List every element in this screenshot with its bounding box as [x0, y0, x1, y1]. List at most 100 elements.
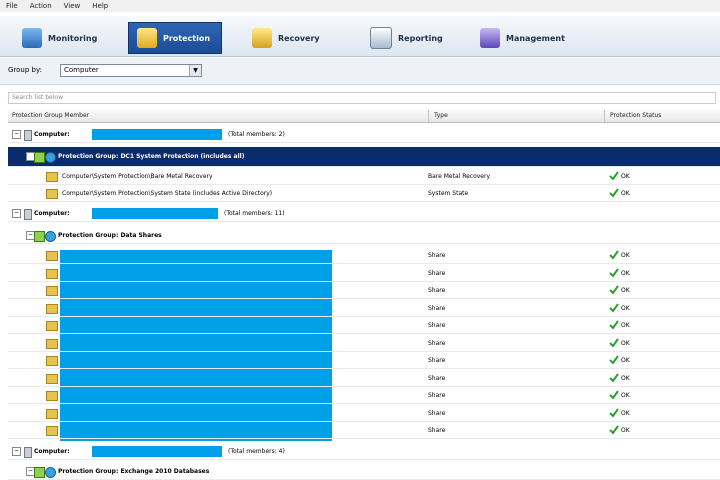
menu-bar: File Action View Help [0, 0, 720, 12]
table-row[interactable]: Share OK [8, 282, 720, 299]
member-type: Bare Metal Recovery [428, 173, 491, 180]
protection-group-name: Protection Group: DC1 System Protection … [58, 153, 245, 160]
table-row[interactable]: Share OK [8, 405, 720, 422]
folder-icon [46, 339, 58, 349]
table-row[interactable]: Share OK [8, 335, 720, 352]
member-type: Share [428, 322, 446, 329]
protection-group-row-selected[interactable]: − Protection Group: DC1 System Protectio… [8, 147, 720, 167]
total-members: (Total members: 4) [228, 448, 285, 455]
ok-status-icon [609, 355, 619, 365]
member-status: OK [621, 252, 630, 259]
member-status: OK [621, 375, 630, 382]
tab-reporting[interactable]: Reporting [362, 22, 462, 54]
member-status: OK [621, 287, 630, 294]
table-row[interactable]: Share OK [8, 265, 720, 282]
recovery-icon [252, 28, 272, 48]
computer-label: Computer: [34, 448, 70, 455]
column-header-status[interactable]: Protection Status [610, 112, 661, 119]
folder-icon [46, 304, 58, 314]
total-members: (Total members: 2) [228, 131, 285, 138]
computer-icon [24, 447, 32, 458]
collapse-icon[interactable]: − [12, 130, 21, 139]
member-status: OK [621, 340, 630, 347]
member-type: System State [428, 190, 469, 197]
member-status: OK [621, 427, 630, 434]
ok-status-icon [609, 268, 619, 278]
tab-monitoring[interactable]: Monitoring [14, 22, 112, 54]
member-status: OK [621, 190, 630, 197]
folder-icon [46, 321, 58, 331]
tab-management[interactable]: Management [472, 22, 592, 54]
table-row[interactable]: Share OK [8, 422, 720, 439]
table-row[interactable]: Computer\System Protection\System State … [8, 185, 720, 202]
member-type: Share [428, 287, 446, 294]
protection-group-row[interactable]: − Protection Group: Data Shares [8, 227, 720, 244]
computer-label: Computer: [34, 210, 70, 217]
table-row[interactable]: Share OK [8, 247, 720, 264]
folder-icon [46, 189, 58, 199]
column-separator[interactable] [604, 110, 605, 122]
folder-icon [46, 172, 58, 182]
member-type: Share [428, 392, 446, 399]
redacted-computer-name [92, 208, 218, 219]
table-row[interactable]: Share OK [8, 352, 720, 369]
column-separator[interactable] [428, 110, 429, 122]
table-row[interactable]: Share OK [8, 300, 720, 317]
tab-recovery[interactable]: Recovery [244, 22, 344, 54]
computer-group-row[interactable]: − Computer: (Total members: 11) [8, 205, 720, 222]
member-status: OK [621, 173, 630, 180]
ok-status-icon [609, 425, 619, 435]
computer-icon [24, 209, 32, 220]
group-by-bar: Group by: Computer ▼ [0, 58, 720, 85]
table-row[interactable]: Share OK [8, 387, 720, 404]
tab-protection[interactable]: Protection [128, 22, 222, 54]
search-input[interactable]: Search list below [8, 92, 716, 104]
ok-status-icon [609, 373, 619, 383]
table-row[interactable]: Computer\System Protection\Bare Metal Re… [8, 168, 720, 185]
table-row[interactable]: Share OK [8, 370, 720, 387]
collapse-icon[interactable]: − [12, 447, 21, 456]
ok-status-icon [609, 303, 619, 313]
group-by-label: Group by: [8, 66, 42, 74]
tab-protection-label: Protection [163, 33, 211, 43]
column-header-type[interactable]: Type [434, 112, 448, 119]
member-type: Share [428, 357, 446, 364]
computer-label: Computer: [34, 131, 70, 138]
member-type: Share [428, 375, 446, 382]
chevron-down-icon[interactable]: ▼ [189, 65, 201, 76]
ok-status-icon [609, 408, 619, 418]
reporting-icon [370, 27, 392, 49]
folder-icon [46, 374, 58, 384]
column-header-member[interactable]: Protection Group Member [12, 112, 89, 119]
ok-status-icon [609, 171, 619, 181]
folder-icon [46, 409, 58, 419]
menu-action[interactable]: Action [24, 2, 58, 10]
redacted-computer-name [92, 446, 222, 457]
member-type: Share [428, 252, 446, 259]
sync-icon [45, 152, 56, 163]
group-by-select[interactable]: Computer ▼ [60, 64, 202, 77]
protection-group-icon [34, 152, 45, 163]
group-by-value: Computer [64, 66, 99, 74]
monitoring-icon [22, 28, 42, 48]
computer-group-row[interactable]: − Computer: (Total members: 2) [8, 126, 720, 143]
computer-icon [24, 130, 32, 141]
folder-icon [46, 426, 58, 436]
protection-group-row[interactable]: − Protection Group: Exchange 2010 Databa… [8, 463, 720, 480]
menu-view[interactable]: View [58, 2, 87, 10]
management-icon [480, 28, 500, 48]
member-name: Computer\System Protection\System State … [62, 190, 273, 197]
menu-file[interactable]: File [0, 2, 24, 10]
menu-help[interactable]: Help [86, 2, 114, 10]
protection-group-icon [34, 467, 45, 478]
table-row[interactable]: Share OK [8, 317, 720, 334]
member-status: OK [621, 392, 630, 399]
member-status: OK [621, 305, 630, 312]
member-status: OK [621, 270, 630, 277]
collapse-icon[interactable]: − [12, 209, 21, 218]
tab-recovery-label: Recovery [278, 33, 320, 43]
protection-group-name: Protection Group: Data Shares [58, 232, 162, 239]
search-placeholder: Search list below [12, 94, 63, 101]
computer-group-row[interactable]: − Computer: (Total members: 4) [8, 443, 720, 460]
member-status: OK [621, 357, 630, 364]
